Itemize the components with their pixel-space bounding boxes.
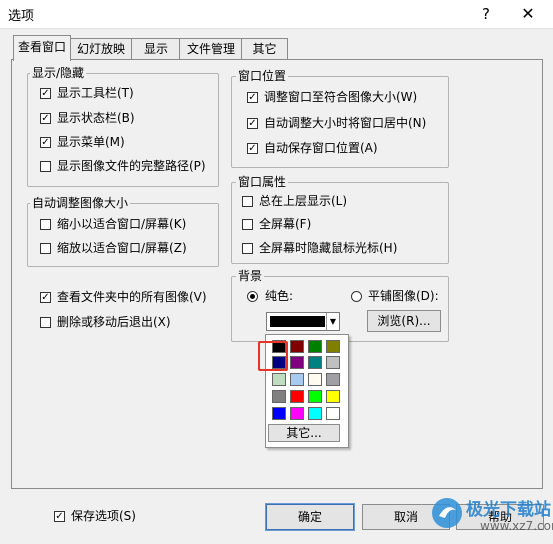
auto-resize-group: [27, 203, 219, 267]
browse-button[interactable]: 浏览(R)...: [367, 310, 441, 332]
background-group: [231, 276, 449, 342]
show-full-path-checkbox[interactable]: [40, 161, 51, 172]
watermark: 极光下载站 www.xz7.com: [428, 492, 553, 540]
save-window-position-label: 自动保存窗口位置(A): [264, 141, 378, 155]
always-on-top-checkbox[interactable]: [242, 196, 253, 207]
shrink-to-fit-label: 缩小以适合窗口/屏幕(K): [57, 217, 187, 231]
color-swatch-teal[interactable]: [308, 356, 322, 369]
color-swatch-medium-gray[interactable]: [326, 373, 340, 386]
watermark-url: www.xz7.com: [480, 519, 553, 533]
color-swatch-fuchsia[interactable]: [290, 407, 304, 420]
color-swatch-green[interactable]: [308, 340, 322, 353]
color-swatch-yellow[interactable]: [326, 390, 340, 403]
hide-cursor-label: 全屏幕时隐藏鼠标光标(H): [259, 241, 398, 255]
highlight-box: [258, 341, 288, 371]
zoom-to-fit-label: 缩放以适合窗口/屏幕(Z): [57, 241, 187, 255]
display-hide-group-title: 显示/隐藏: [30, 66, 87, 80]
fit-window-to-image-checkbox[interactable]: ✓: [247, 92, 258, 103]
color-swatch-purple[interactable]: [290, 356, 304, 369]
show-statusbar-checkbox[interactable]: ✓: [40, 113, 51, 124]
shrink-to-fit-checkbox[interactable]: [40, 219, 51, 230]
show-menu-checkbox[interactable]: ✓: [40, 137, 51, 148]
center-window-checkbox[interactable]: ✓: [247, 118, 258, 129]
watermark-logo-icon: [432, 498, 462, 528]
exit-after-delete-label: 删除或移动后退出(X): [57, 315, 171, 329]
current-color-swatch: [270, 316, 325, 327]
close-icon[interactable]: ✕: [516, 3, 540, 25]
color-picker-dropdown[interactable]: ▼: [266, 312, 340, 331]
color-swatch-gray[interactable]: [272, 390, 286, 403]
tab-file-management[interactable]: 文件管理: [179, 38, 243, 60]
save-options-label: 保存选项(S): [71, 509, 136, 523]
tile-image-radio[interactable]: [351, 291, 362, 302]
color-swatch-red[interactable]: [290, 390, 304, 403]
view-all-images-label: 查看文件夹中的所有图像(V): [57, 290, 207, 304]
save-options-checkbox[interactable]: ✓: [54, 511, 65, 522]
help-icon[interactable]: ?: [474, 3, 498, 25]
solid-color-radio[interactable]: [247, 291, 258, 302]
fullscreen-label: 全屏幕(F): [259, 217, 312, 231]
fullscreen-checkbox[interactable]: [242, 219, 253, 230]
fit-window-to-image-label: 调整窗口至符合图像大小(W): [264, 90, 418, 104]
tab-other[interactable]: 其它: [241, 38, 288, 60]
window-title: 选项: [8, 9, 35, 24]
zoom-to-fit-checkbox[interactable]: [40, 243, 51, 254]
show-toolbar-label: 显示工具栏(T): [57, 86, 134, 100]
show-statusbar-label: 显示状态栏(B): [57, 111, 135, 125]
save-window-position-checkbox[interactable]: ✓: [247, 143, 258, 154]
tab-slideshow[interactable]: 幻灯放映: [69, 38, 133, 60]
ok-button[interactable]: 确定: [265, 503, 355, 531]
color-swatch-cream[interactable]: [308, 373, 322, 386]
tab-display[interactable]: 显示: [131, 38, 181, 60]
tile-image-label: 平铺图像(D):: [368, 289, 439, 303]
auto-resize-group-title: 自动调整图像大小: [30, 196, 131, 210]
color-swatch-lime[interactable]: [308, 390, 322, 403]
color-swatch-money-green[interactable]: [272, 373, 286, 386]
center-window-label: 自动调整大小时将窗口居中(N): [264, 116, 427, 130]
color-swatch-blue[interactable]: [272, 407, 286, 420]
title-bar: 选项 ? ✕: [0, 0, 553, 29]
view-all-images-checkbox[interactable]: ✓: [40, 292, 51, 303]
watermark-title: 极光下载站: [466, 500, 551, 520]
color-swatch-olive[interactable]: [326, 340, 340, 353]
color-swatch-white[interactable]: [326, 407, 340, 420]
solid-color-label: 纯色:: [265, 289, 294, 303]
other-colors-button[interactable]: 其它...: [268, 424, 340, 442]
window-properties-group-title: 窗口属性: [236, 175, 289, 189]
show-menu-label: 显示菜单(M): [57, 135, 125, 149]
tab-view-window[interactable]: 查看窗口: [13, 35, 71, 61]
show-toolbar-checkbox[interactable]: ✓: [40, 88, 51, 99]
background-group-title: 背景: [236, 269, 265, 283]
hide-cursor-checkbox[interactable]: [242, 243, 253, 254]
color-swatch-silver[interactable]: [326, 356, 340, 369]
color-swatch-sky-blue[interactable]: [290, 373, 304, 386]
window-position-group-title: 窗口位置: [236, 69, 289, 83]
chevron-down-icon[interactable]: ▼: [326, 313, 339, 330]
always-on-top-label: 总在上层显示(L): [259, 194, 348, 208]
color-swatch-aqua[interactable]: [308, 407, 322, 420]
show-full-path-label: 显示图像文件的完整路径(P): [57, 159, 206, 173]
color-swatch-maroon[interactable]: [290, 340, 304, 353]
exit-after-delete-checkbox[interactable]: [40, 317, 51, 328]
